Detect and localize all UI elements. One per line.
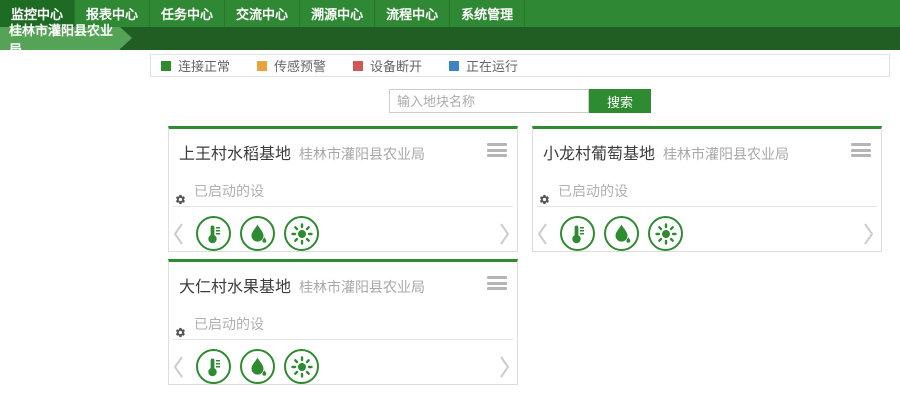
thermometer-icon[interactable]: [196, 349, 231, 384]
legend-item-running: 正在运行: [449, 56, 518, 75]
chevron-right-icon[interactable]: [499, 221, 510, 247]
legend-swatch-blue: [449, 61, 459, 71]
status-legend: 连接正常 传感预警 设备断开 正在运行: [150, 54, 890, 77]
sun-icon[interactable]: [284, 349, 319, 384]
base-card-grid: 上王村水稻基地 桂林市灌阳县农业局 已启动的设: [150, 126, 890, 385]
started-devices-label: 已启动的设: [194, 181, 264, 201]
base-org: 桂林市灌阳县农业局: [663, 144, 851, 164]
gear-icon[interactable]: [175, 327, 186, 338]
gear-icon[interactable]: [175, 194, 186, 205]
nav-item-process-center[interactable]: 流程中心: [375, 0, 450, 27]
legend-label: 传感预警: [274, 56, 326, 75]
legend-item-sensor-warning: 传感预警: [257, 56, 326, 75]
device-icon-row: [173, 216, 513, 251]
nav-item-label: 溯源中心: [311, 4, 363, 23]
chevron-left-icon[interactable]: [173, 221, 184, 247]
card-header: 上王村水稻基地 桂林市灌阳县农业局: [169, 129, 517, 164]
base-card: 小龙村葡萄基地 桂林市灌阳县农业局 已启动的设: [532, 126, 882, 252]
device-icon-row: [173, 349, 513, 384]
chevron-left-icon[interactable]: [537, 221, 548, 247]
base-org: 桂林市灌阳县农业局: [299, 144, 487, 164]
started-devices-label: 已启动的设: [194, 314, 264, 334]
device-icon-row: [537, 216, 877, 251]
base-title: 小龙村葡萄基地: [543, 140, 655, 164]
legend-item-disconnected: 设备断开: [353, 56, 422, 75]
device-row: 已启动的设: [173, 177, 513, 207]
card-header: 小龙村葡萄基地 桂林市灌阳县农业局: [533, 129, 881, 164]
device-icons: [196, 349, 319, 384]
card-header: 大仁村水果基地 桂林市灌阳县农业局: [169, 262, 517, 297]
base-title: 大仁村水果基地: [179, 273, 291, 297]
nav-item-label: 任务中心: [161, 4, 213, 23]
device-row: 已启动的设: [173, 310, 513, 340]
nav-item-task-center[interactable]: 任务中心: [150, 0, 225, 27]
nav-item-system-management[interactable]: 系统管理: [450, 0, 525, 27]
gear-icon[interactable]: [539, 194, 550, 205]
top-nav-bar: 监控中心 报表中心 任务中心 交流中心 溯源中心 流程中心 系统管理: [0, 0, 900, 27]
chevron-right-icon[interactable]: [863, 221, 874, 247]
breadcrumb-arrow: [120, 27, 132, 49]
device-icons: [196, 216, 319, 251]
legend-item-connected: 连接正常: [161, 56, 230, 75]
water-drop-icon[interactable]: [240, 216, 275, 251]
started-devices-label: 已启动的设: [558, 181, 628, 201]
base-title: 上王村水稻基地: [179, 140, 291, 164]
legend-swatch-red: [353, 61, 363, 71]
breadcrumb-bar: 桂林市灌阳县农业局: [0, 27, 900, 50]
water-drop-icon[interactable]: [604, 216, 639, 251]
sun-icon[interactable]: [284, 216, 319, 251]
legend-label: 设备断开: [370, 56, 422, 75]
search-row: 搜索: [150, 89, 890, 113]
search-input[interactable]: [389, 89, 589, 113]
nav-item-label: 流程中心: [386, 4, 438, 23]
breadcrumb[interactable]: 桂林市灌阳县农业局: [0, 27, 120, 50]
chevron-right-icon[interactable]: [499, 354, 510, 380]
menu-icon[interactable]: [487, 276, 507, 293]
nav-item-communication-center[interactable]: 交流中心: [225, 0, 300, 27]
menu-icon[interactable]: [487, 143, 507, 160]
base-org: 桂林市灌阳县农业局: [299, 277, 487, 297]
legend-label: 连接正常: [178, 56, 230, 75]
menu-icon[interactable]: [851, 143, 871, 160]
nav-item-label: 系统管理: [461, 4, 513, 23]
legend-label: 正在运行: [466, 56, 518, 75]
base-card: 上王村水稻基地 桂林市灌阳县农业局 已启动的设: [168, 126, 518, 252]
legend-swatch-orange: [257, 61, 267, 71]
search-button[interactable]: 搜索: [589, 89, 651, 113]
thermometer-icon[interactable]: [196, 216, 231, 251]
chevron-left-icon[interactable]: [173, 354, 184, 380]
nav-item-traceability-center[interactable]: 溯源中心: [300, 0, 375, 27]
sun-icon[interactable]: [648, 216, 683, 251]
base-card: 大仁村水果基地 桂林市灌阳县农业局 已启动的设: [168, 259, 518, 385]
device-row: 已启动的设: [537, 177, 877, 207]
breadcrumb-label: 桂林市灌阳县农业局: [9, 20, 114, 58]
legend-swatch-green: [161, 61, 171, 71]
device-icons: [560, 216, 683, 251]
nav-item-label: 交流中心: [236, 4, 288, 23]
water-drop-icon[interactable]: [240, 349, 275, 384]
main-content: 连接正常 传感预警 设备断开 正在运行 搜索 上王村水稻基地 桂林市灌阳县农业局: [150, 50, 890, 385]
thermometer-icon[interactable]: [560, 216, 595, 251]
